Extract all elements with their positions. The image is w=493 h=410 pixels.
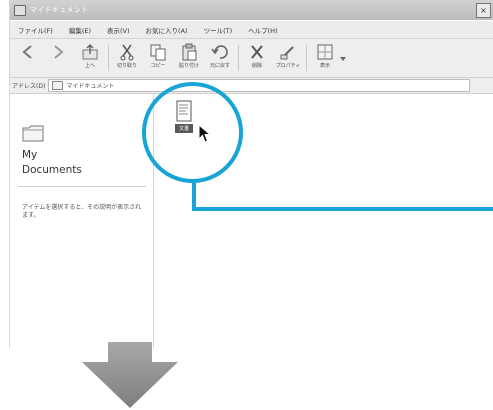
folder-icon: [14, 4, 26, 16]
properties-icon: [280, 46, 294, 60]
toolbar: 上へ 切り取り コピー 貼り付け 元に戻す 削除 プロパティ 表示: [10, 39, 493, 78]
views-button[interactable]: 表示: [311, 43, 339, 73]
toolbar-separator: [238, 45, 239, 71]
properties-button[interactable]: プロパティ: [274, 43, 302, 73]
left-info-pane: My Documents アイテムを選択すると、その説明が表示されます。: [10, 94, 154, 348]
address-field[interactable]: マイドキュメント: [48, 79, 471, 92]
menu-bar: ファイル(F) 編集(E) 表示(V) お気に入り(A) ツール(T) ヘルプ(…: [10, 21, 493, 39]
delete-x-icon: [251, 45, 263, 59]
paste-button[interactable]: 貼り付け: [175, 43, 203, 73]
pane-title: My Documents: [22, 148, 142, 178]
clipboard-icon: [182, 43, 197, 61]
toolbar-separator: [108, 45, 109, 71]
menu-edit[interactable]: 編集(E): [61, 25, 99, 35]
toolbar-separator: [306, 45, 307, 71]
pane-title-line1: My: [22, 149, 38, 161]
paste-label: 貼り付け: [178, 63, 199, 69]
undo-icon: [211, 45, 228, 59]
forward-arrow-icon: [54, 45, 64, 59]
pane-divider: [18, 186, 146, 187]
address-label: アドレス(D): [12, 83, 46, 90]
chevron-down-icon[interactable]: [340, 57, 346, 61]
window-title: マイドキュメント: [30, 6, 89, 14]
menu-view[interactable]: 表示(V): [99, 25, 138, 35]
scissors-icon: [120, 44, 134, 61]
delete-button[interactable]: 削除: [243, 43, 271, 73]
up-button[interactable]: 上へ: [76, 43, 104, 73]
copy-label: コピー: [150, 63, 166, 69]
pane-hint: アイテムを選択すると、その説明が表示されます。: [22, 204, 142, 219]
title-bar[interactable]: マイドキュメント ×: [10, 0, 493, 20]
pane-title-line2: Documents: [22, 164, 82, 176]
back-button[interactable]: [14, 43, 42, 73]
cut-label: 切り取り: [116, 63, 137, 69]
up-folder-icon: [82, 43, 98, 60]
up-label: 上へ: [84, 63, 95, 69]
menu-favorites[interactable]: お気に入り(A): [138, 25, 196, 35]
back-arrow-icon: [22, 45, 32, 59]
delete-label: 削除: [251, 63, 262, 69]
cut-button[interactable]: 切り取り: [113, 43, 141, 73]
close-button[interactable]: ×: [476, 3, 491, 18]
menu-tools[interactable]: ツール(T): [196, 25, 241, 35]
down-arrow-icon: [82, 342, 178, 408]
my-documents-folder-icon: [22, 125, 44, 142]
undo-label: 元に戻す: [209, 63, 230, 69]
callout-line: [192, 207, 493, 211]
undo-button[interactable]: 元に戻す: [206, 43, 234, 73]
properties-label: プロパティ: [275, 63, 301, 69]
address-bar: アドレス(D) マイドキュメント: [10, 78, 493, 94]
explorer-window: マイドキュメント × ファイル(F) 編集(E) 表示(V) お気に入り(A) …: [10, 0, 493, 348]
forward-button[interactable]: [44, 43, 72, 73]
address-value: マイドキュメント: [66, 83, 115, 90]
callout-circle: [142, 82, 243, 183]
views-grid-icon: [317, 44, 333, 60]
menu-help[interactable]: ヘルプ(H): [240, 25, 285, 35]
folder-icon: [52, 81, 64, 90]
views-label: 表示: [319, 63, 330, 69]
copy-button[interactable]: コピー: [144, 43, 172, 73]
copy-icon: [150, 44, 166, 61]
menu-file[interactable]: ファイル(F): [10, 25, 61, 35]
